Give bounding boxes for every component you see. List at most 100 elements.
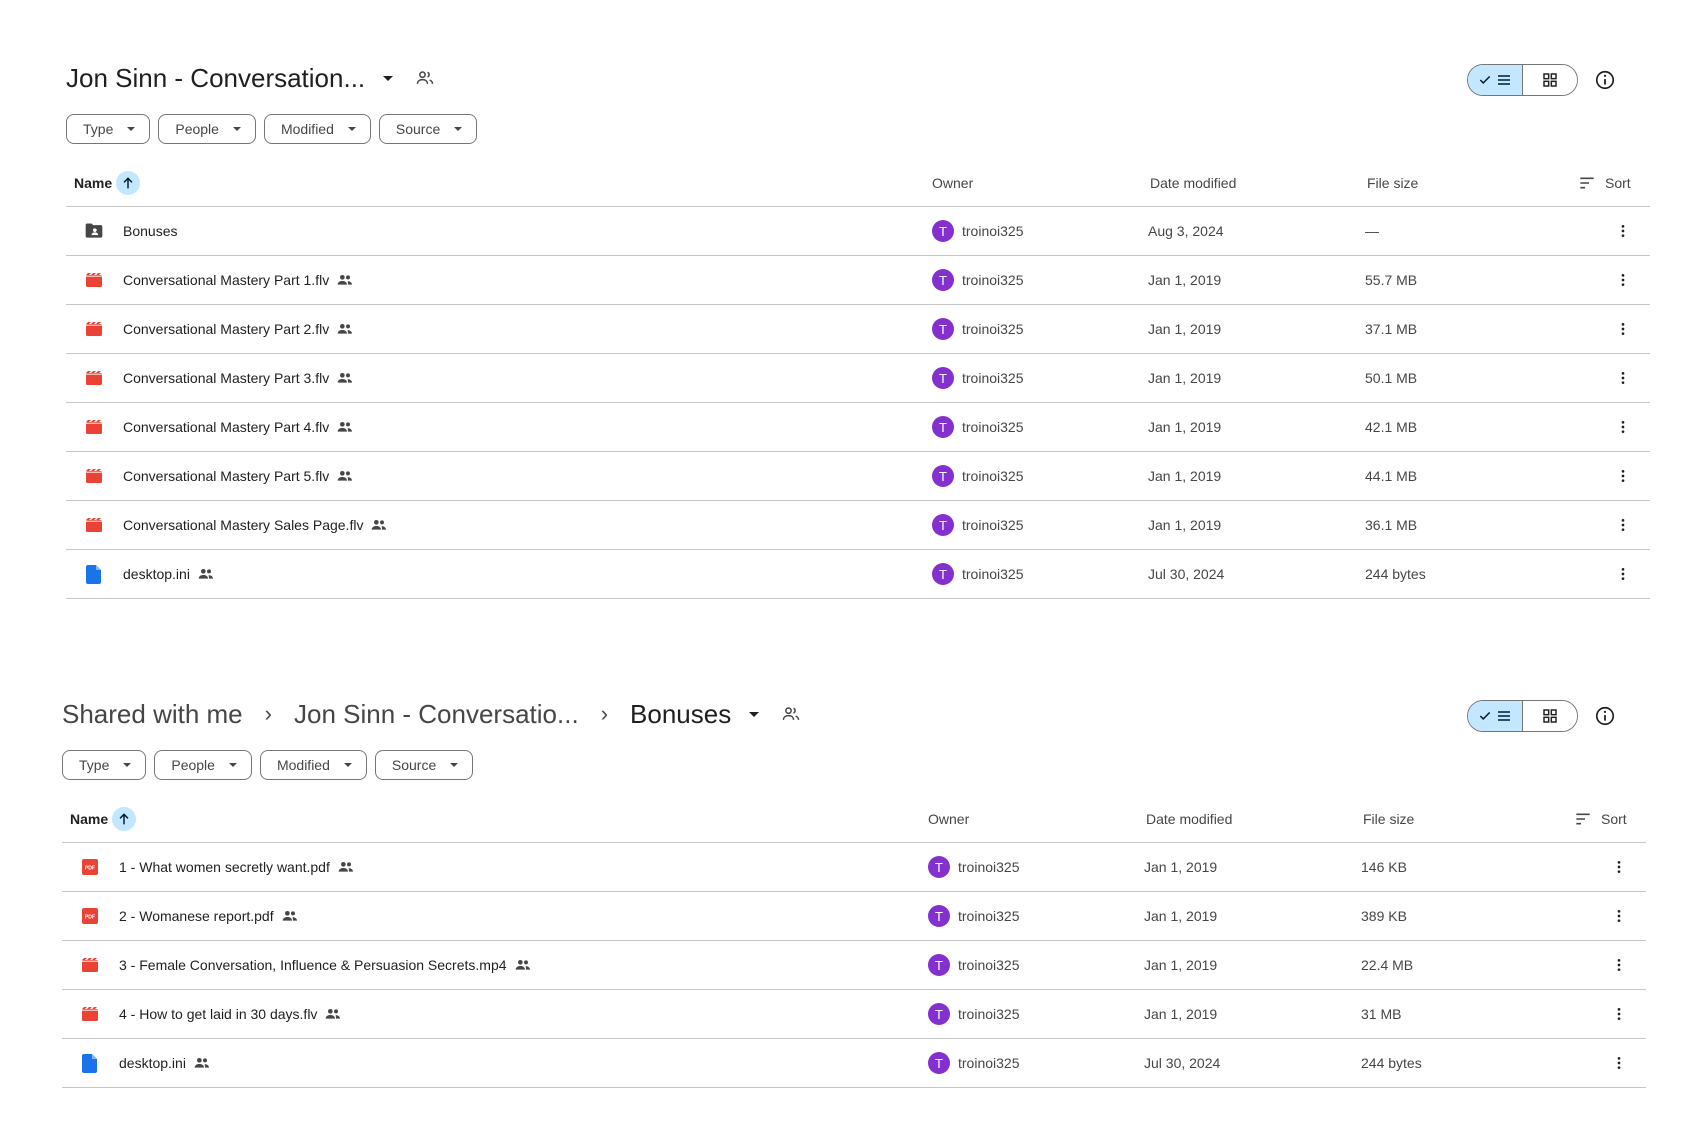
- file-size-cell: —: [1365, 223, 1379, 239]
- file-name-cell[interactable]: Conversational Mastery Part 5.flv: [123, 452, 353, 500]
- file-size-cell: 55.7 MB: [1365, 272, 1418, 288]
- more-actions-icon[interactable]: [1611, 501, 1635, 549]
- breadcrumb-item-shared[interactable]: Shared with me: [62, 699, 243, 730]
- table-row[interactable]: desktop.ini Ttroinoi325 Jul 30, 2024 244 by…: [62, 1039, 1646, 1088]
- more-actions-icon[interactable]: [1611, 305, 1635, 353]
- sort-ascending-icon[interactable]: [116, 171, 141, 195]
- view-toggle: [1467, 700, 1650, 732]
- table-row[interactable]: PDF 1 - What women secretly want.pdf Ttroi…: [62, 843, 1646, 892]
- table-row[interactable]: Conversational Mastery Part 5.flv Ttroino…: [66, 452, 1650, 501]
- owner-name: troinoi325: [962, 468, 1024, 484]
- chip-label: Type: [83, 121, 114, 137]
- more-actions-icon[interactable]: [1611, 354, 1635, 402]
- shared-people-icon: [282, 909, 298, 923]
- table-row[interactable]: desktop.ini Ttroinoi325 Jul 30, 2024 244 by…: [66, 550, 1650, 599]
- date-modified-cell: Jan 1, 2019: [1144, 1006, 1218, 1022]
- name-column-header[interactable]: Name: [70, 796, 137, 842]
- file-name: Conversational Mastery Part 5.flv: [123, 468, 330, 484]
- table-row[interactable]: Conversational Mastery Part 2.flv Ttroino…: [66, 305, 1650, 354]
- svg-text:PDF: PDF: [85, 915, 95, 921]
- more-actions-icon[interactable]: [1611, 550, 1635, 598]
- file-name-cell[interactable]: 2 - Womanese report.pdf: [119, 892, 298, 940]
- date-column-header[interactable]: Date modified: [1150, 160, 1236, 206]
- table-row[interactable]: Conversational Mastery Part 1.flv Ttroino…: [66, 256, 1650, 305]
- filter-source[interactable]: Source: [378, 114, 478, 144]
- file-name-cell[interactable]: Bonuses: [123, 207, 177, 255]
- more-actions-icon[interactable]: [1611, 403, 1635, 451]
- more-actions-icon[interactable]: [1611, 256, 1635, 304]
- sort-button[interactable]: Sort: [1575, 796, 1627, 842]
- list-view-button[interactable]: [1468, 701, 1523, 731]
- table-row[interactable]: Conversational Mastery Part 3.flv Ttroino…: [66, 354, 1650, 403]
- folder-title-button[interactable]: Jon Sinn - Conversation...: [66, 63, 435, 94]
- layout-toggle-group: [1467, 64, 1578, 96]
- breadcrumb-item-current[interactable]: Bonuses: [630, 699, 731, 730]
- file-name-cell[interactable]: 1 - What women secretly want.pdf: [119, 843, 354, 891]
- date-column-header[interactable]: Date modified: [1146, 796, 1232, 842]
- owner-name: troinoi325: [958, 908, 1020, 924]
- file-name-cell[interactable]: desktop.ini: [123, 550, 214, 598]
- grid-view-button[interactable]: [1523, 65, 1577, 95]
- table-row[interactable]: Conversational Mastery Part 4.flv Ttroino…: [66, 403, 1650, 452]
- breadcrumb-item-parent[interactable]: Jon Sinn - Conversatio...: [294, 699, 579, 730]
- filter-source[interactable]: Source: [374, 750, 474, 780]
- file-name-cell[interactable]: Conversational Mastery Part 3.flv: [123, 354, 353, 402]
- file-name-cell[interactable]: Conversational Mastery Sales Page.flv: [123, 501, 387, 549]
- size-column-header[interactable]: File size: [1367, 160, 1418, 206]
- more-actions-icon[interactable]: [1607, 843, 1631, 891]
- file-name-cell[interactable]: 3 - Female Conversation, Influence & Per…: [119, 941, 531, 989]
- panel-header: Shared with me › Jon Sinn - Conversatio.…: [62, 686, 1650, 742]
- filter-people[interactable]: People: [158, 114, 256, 144]
- shared-folder-icon: [781, 704, 801, 724]
- table-row[interactable]: Bonuses Ttroinoi325 Aug 3, 2024 —: [66, 207, 1650, 256]
- date-modified-cell: Jan 1, 2019: [1148, 272, 1222, 288]
- filter-type[interactable]: Type: [66, 114, 151, 144]
- filter-type[interactable]: Type: [62, 750, 147, 780]
- sort-ascending-icon[interactable]: [112, 807, 137, 831]
- more-actions-icon[interactable]: [1611, 452, 1635, 500]
- filter-modified[interactable]: Modified: [259, 750, 367, 780]
- date-modified-cell: Jan 1, 2019: [1148, 321, 1222, 337]
- list-view-button[interactable]: [1468, 65, 1523, 95]
- table-body: Bonuses Ttroinoi325 Aug 3, 2024 — Conversati…: [66, 207, 1650, 599]
- name-column-header[interactable]: Name: [74, 160, 141, 206]
- file-name: Conversational Mastery Part 1.flv: [123, 272, 330, 288]
- grid-icon: [1543, 709, 1557, 723]
- table-row[interactable]: PDF 2 - Womanese report.pdf Ttroinoi325 Jan…: [62, 892, 1646, 941]
- sort-icon: [1580, 177, 1594, 189]
- more-actions-icon[interactable]: [1607, 892, 1631, 940]
- shared-people-icon: [337, 420, 353, 434]
- more-actions-icon[interactable]: [1607, 941, 1631, 989]
- file-size-cell: 244 bytes: [1361, 1055, 1422, 1071]
- info-icon[interactable]: [1594, 69, 1616, 91]
- info-icon[interactable]: [1594, 705, 1616, 727]
- chip-label: Modified: [276, 757, 330, 773]
- grid-view-button[interactable]: [1523, 701, 1577, 731]
- video-icon: [82, 305, 106, 353]
- layout-toggle-group: [1467, 700, 1578, 732]
- chevron-down-icon[interactable]: [749, 711, 760, 717]
- sort-icon: [1576, 813, 1590, 825]
- table-row[interactable]: 3 - Female Conversation, Influence & Per…: [62, 941, 1646, 990]
- file-name-cell[interactable]: Conversational Mastery Part 4.flv: [123, 403, 353, 451]
- file-name: Conversational Mastery Sales Page.flv: [123, 517, 364, 533]
- filter-chips: Type People Modified Source: [66, 114, 1650, 146]
- file-name-cell[interactable]: Conversational Mastery Part 1.flv: [123, 256, 353, 304]
- more-actions-icon[interactable]: [1607, 1039, 1631, 1087]
- more-actions-icon[interactable]: [1607, 990, 1631, 1038]
- table-row[interactable]: 4 - How to get laid in 30 days.flv Ttroin…: [62, 990, 1646, 1039]
- file-table: Name Owner Date modified File size Sort …: [66, 160, 1650, 599]
- chevron-down-icon: [383, 75, 394, 81]
- sort-button[interactable]: Sort: [1579, 160, 1631, 206]
- filter-people[interactable]: People: [154, 750, 252, 780]
- file-name-cell[interactable]: Conversational Mastery Part 2.flv: [123, 305, 353, 353]
- file-name-cell[interactable]: 4 - How to get laid in 30 days.flv: [119, 990, 341, 1038]
- file-name: desktop.ini: [123, 566, 190, 582]
- more-actions-icon[interactable]: [1611, 207, 1635, 255]
- file-name-cell[interactable]: desktop.ini: [119, 1039, 210, 1087]
- size-column-header[interactable]: File size: [1363, 796, 1414, 842]
- doc-icon: [82, 550, 106, 598]
- shared-people-icon: [515, 958, 531, 972]
- table-row[interactable]: Conversational Mastery Sales Page.flv Ttr…: [66, 501, 1650, 550]
- filter-modified[interactable]: Modified: [263, 114, 371, 144]
